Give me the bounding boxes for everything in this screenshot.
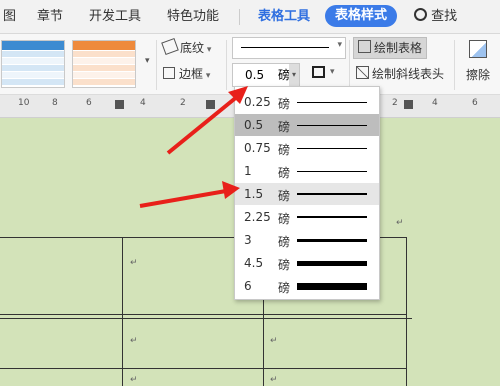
red-arrowhead: [222, 181, 240, 199]
red-arrow-line: [166, 94, 240, 155]
red-arrow-line: [139, 189, 227, 208]
annotation-arrows: [139, 86, 248, 208]
